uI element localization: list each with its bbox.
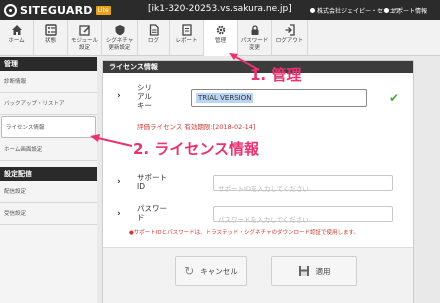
nav-home[interactable]: ホーム (0, 20, 34, 56)
host-name: [ik1-320-20253.vs.sakura.ne.jp] (148, 4, 292, 14)
serial-key-value: TRIAL VERSION (196, 93, 254, 103)
serial-key-field[interactable]: TRIAL VERSION (191, 89, 367, 107)
logo-text: SITEGUARD (20, 3, 93, 17)
sidebar-item-backup-restore[interactable]: バックアップ・リストア (0, 93, 97, 115)
support-id-field[interactable] (213, 175, 393, 196)
module-icon (78, 25, 90, 36)
support-label: サポート情報 (391, 8, 428, 15)
logo[interactable]: SITEGUARD Lite (4, 3, 111, 17)
action-bar: ↻ キャンセル 適用 (103, 247, 413, 303)
lock-icon (251, 25, 258, 35)
home-icon (11, 25, 22, 35)
nav-report-label: レポート (175, 38, 198, 44)
serial-chevron-icon: › (117, 91, 121, 101)
nav-home-label: ホーム (8, 38, 25, 44)
main-nav: ホーム 状態 モジュール 設定 シグネチャ 更新設定 ログ レポート 管理 パス… (0, 20, 440, 56)
password-label: パスワー ド (137, 204, 167, 222)
nav-module-label: モジュール 設定 (70, 38, 99, 51)
annotation-step-1: 1. 管理 (250, 66, 302, 84)
sidebar-section-distribution: 設定配信 (0, 167, 97, 181)
apply-button-label: 適用 (315, 266, 331, 276)
sidebar-item-distribution-settings[interactable]: 配信設定 (0, 181, 97, 203)
sidebar-item-license-info[interactable]: ライセンス情報 (1, 116, 96, 138)
sidebar-item-receive-settings[interactable]: 受信設定 (0, 203, 97, 225)
support-id-input[interactable] (214, 182, 392, 196)
nav-status-label: 状態 (44, 38, 56, 44)
nav-log-label: ログ (147, 38, 159, 44)
nav-report[interactable]: レポート (170, 20, 204, 56)
password-input[interactable] (214, 213, 392, 227)
sidebar-item-home-screen[interactable]: ホーム画面設定 (0, 139, 97, 161)
annotation-arrow-2 (90, 134, 133, 147)
nav-module-settings[interactable]: モジュール 設定 (68, 20, 102, 56)
cancel-button-label: キャンセル (200, 266, 238, 276)
nav-signature-label: シグネチャ 更新設定 (105, 38, 134, 51)
nav-admin-label: 管理 (214, 38, 226, 44)
company-icon (310, 8, 315, 13)
logout-icon (285, 24, 295, 36)
annotation-step-2: 2. ライセンス情報 (133, 140, 260, 158)
sidebar-item-diagnostics[interactable]: 診断情報 (0, 71, 97, 93)
support-id-chevron-icon: › (117, 177, 121, 187)
top-bar: SITEGUARD Lite [ik1-320-20253.vs.sakura.… (0, 0, 440, 20)
logo-badge: Lite (95, 5, 111, 15)
support-link[interactable]: サポート情報 (384, 6, 427, 15)
signature-icon (115, 25, 124, 36)
support-icon (384, 8, 389, 13)
save-icon (298, 266, 309, 276)
sidebar: 管理 診断情報 バックアップ・リストア ライセンス情報 ホーム画面設定 設定配信… (0, 57, 97, 303)
serial-key-label: シリ アル キー (137, 83, 152, 110)
support-id-label: サポート ID (137, 173, 167, 191)
apply-button[interactable]: 適用 (271, 256, 357, 286)
log-icon (149, 24, 159, 36)
nav-logout[interactable]: ログアウト (272, 20, 308, 56)
evaluation-license-text: 評価ライセンス 有効期限:[2018-02-14] (137, 123, 256, 131)
cancel-button[interactable]: ↻ キャンセル (175, 256, 247, 286)
check-icon: ✔ (389, 91, 400, 105)
password-field[interactable] (213, 206, 393, 227)
nav-signature-settings[interactable]: シグネチャ 更新設定 (102, 20, 138, 56)
refresh-icon: ↻ (184, 264, 195, 278)
password-chevron-icon: › (117, 209, 121, 219)
license-panel: ライセンス情報 › シリ アル キー TRIAL VERSION ✔ 評価ライセ… (102, 60, 414, 303)
logo-mark-icon (4, 3, 17, 17)
nav-logout-label: ログアウト (275, 38, 304, 44)
gear-icon (216, 25, 225, 35)
report-icon (181, 24, 192, 36)
sidebar-section-admin: 管理 (0, 57, 97, 71)
support-note: ●サポートIDとパスワードは、トラステッド・シグネチャのダウンロード認証で使用し… (129, 230, 359, 236)
nav-status[interactable]: 状態 (34, 20, 68, 56)
status-icon (44, 24, 57, 36)
nav-log[interactable]: ログ (138, 20, 170, 56)
